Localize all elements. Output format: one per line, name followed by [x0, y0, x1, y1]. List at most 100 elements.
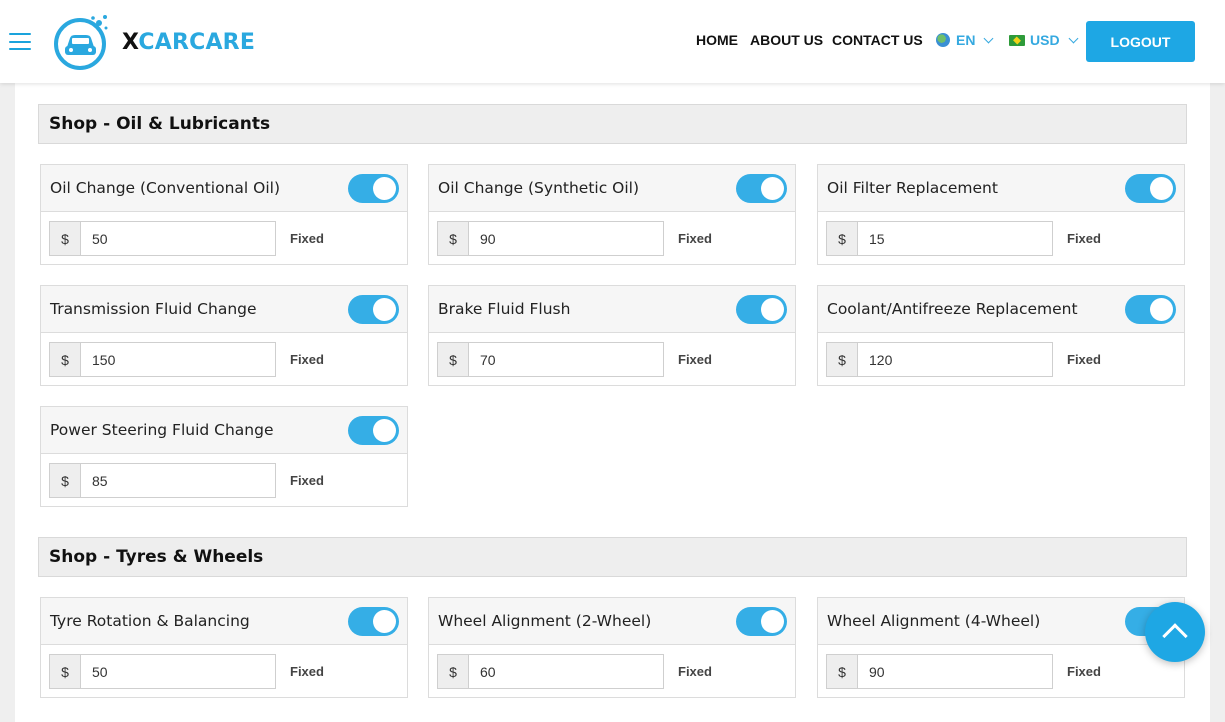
price-input[interactable]	[80, 654, 276, 689]
price-type-label: Fixed	[290, 352, 324, 367]
currency-addon: $	[49, 342, 80, 377]
service-card-header: Coolant/Antifreeze Replacement	[818, 286, 1184, 333]
price-input[interactable]	[857, 221, 1053, 256]
currency-addon: $	[437, 342, 468, 377]
service-card: Oil Filter Replacement $ Fixed	[817, 164, 1185, 265]
section-header: Shop - Oil & Lubricants	[38, 104, 1187, 144]
price-input[interactable]	[80, 221, 276, 256]
price-row: $ Fixed	[41, 212, 407, 265]
logout-button[interactable]: LOGOUT	[1086, 21, 1195, 62]
price-type-label: Fixed	[678, 231, 712, 246]
toggle-knob	[373, 177, 396, 200]
service-card-header: Transmission Fluid Change	[41, 286, 407, 333]
currency-addon: $	[826, 654, 857, 689]
service-card-header: Power Steering Fluid Change	[41, 407, 407, 454]
language-value: EN	[956, 32, 976, 48]
price-input[interactable]	[857, 654, 1053, 689]
service-name: Wheel Alignment (4-Wheel)	[827, 612, 1041, 630]
language-selector[interactable]: EN	[936, 31, 994, 49]
currency-addon: $	[826, 342, 857, 377]
currency-addon: $	[49, 654, 80, 689]
menu-icon[interactable]	[9, 33, 31, 50]
chevron-up-icon	[1162, 623, 1188, 649]
section-header: Shop - Tyres & Wheels	[38, 537, 1187, 577]
toggle-knob	[373, 610, 396, 633]
price-type-label: Fixed	[1067, 664, 1101, 679]
price-row: $ Fixed	[429, 212, 795, 265]
nav-home-link[interactable]: HOME	[696, 32, 738, 48]
service-enabled-toggle[interactable]	[736, 607, 787, 636]
price-row: $ Fixed	[818, 212, 1184, 265]
toggle-knob	[761, 298, 784, 321]
toggle-knob	[761, 177, 784, 200]
price-row: $ Fixed	[818, 333, 1184, 386]
service-name: Tyre Rotation & Balancing	[50, 612, 250, 630]
price-input[interactable]	[468, 221, 664, 256]
price-row: $ Fixed	[41, 645, 407, 698]
service-card: Tyre Rotation & Balancing $ Fixed	[40, 597, 408, 698]
service-card: Wheel Alignment (4-Wheel) $ Fixed	[817, 597, 1185, 698]
price-input[interactable]	[468, 654, 664, 689]
service-enabled-toggle[interactable]	[348, 416, 399, 445]
service-card: Brake Fluid Flush $ Fixed	[428, 285, 796, 386]
toggle-knob	[761, 610, 784, 633]
currency-addon: $	[49, 221, 80, 256]
price-type-label: Fixed	[290, 231, 324, 246]
price-type-label: Fixed	[678, 352, 712, 367]
price-type-label: Fixed	[290, 473, 324, 488]
service-name: Oil Change (Conventional Oil)	[50, 179, 281, 197]
currency-addon: $	[437, 654, 468, 689]
chevron-down-icon	[984, 33, 994, 43]
service-card: Transmission Fluid Change $ Fixed	[40, 285, 408, 386]
toggle-knob	[373, 419, 396, 442]
price-row: $ Fixed	[429, 333, 795, 386]
nav-about-link[interactable]: ABOUT US	[750, 32, 823, 48]
nav-contact-link[interactable]: CONTACT US	[832, 32, 923, 48]
service-enabled-toggle[interactable]	[1125, 174, 1176, 203]
service-name: Transmission Fluid Change	[50, 300, 257, 318]
service-name: Wheel Alignment (2-Wheel)	[438, 612, 652, 630]
currency-addon: $	[49, 463, 80, 498]
service-name: Oil Change (Synthetic Oil)	[438, 179, 640, 197]
service-name: Power Steering Fluid Change	[50, 421, 274, 439]
price-input[interactable]	[857, 342, 1053, 377]
service-enabled-toggle[interactable]	[736, 174, 787, 203]
service-card-header: Wheel Alignment (2-Wheel)	[429, 598, 795, 645]
price-row: $ Fixed	[818, 645, 1184, 698]
price-type-label: Fixed	[1067, 231, 1101, 246]
service-name: Coolant/Antifreeze Replacement	[827, 300, 1078, 318]
price-input[interactable]	[80, 463, 276, 498]
service-card: Oil Change (Conventional Oil) $ Fixed	[40, 164, 408, 265]
price-input[interactable]	[468, 342, 664, 377]
price-row: $ Fixed	[41, 333, 407, 386]
service-card-header: Oil Change (Synthetic Oil)	[429, 165, 795, 212]
toggle-knob	[1150, 298, 1173, 321]
price-type-label: Fixed	[1067, 352, 1101, 367]
service-enabled-toggle[interactable]	[348, 607, 399, 636]
currency-value: USD	[1030, 32, 1060, 48]
price-input[interactable]	[80, 342, 276, 377]
service-enabled-toggle[interactable]	[348, 174, 399, 203]
service-name: Oil Filter Replacement	[827, 179, 998, 197]
service-enabled-toggle[interactable]	[348, 295, 399, 324]
scroll-to-top-button[interactable]	[1145, 602, 1205, 662]
car-wash-logo-icon	[54, 15, 108, 70]
service-enabled-toggle[interactable]	[1125, 295, 1176, 324]
currency-selector[interactable]: USD	[1009, 31, 1079, 49]
toggle-knob	[373, 298, 396, 321]
flag-icon	[1009, 34, 1025, 46]
service-card-header: Tyre Rotation & Balancing	[41, 598, 407, 645]
service-name: Brake Fluid Flush	[438, 300, 571, 318]
toggle-knob	[1150, 177, 1173, 200]
top-header: XCARCARE HOME ABOUT US CONTACT US EN USD…	[0, 0, 1225, 83]
price-row: $ Fixed	[429, 645, 795, 698]
globe-icon	[936, 33, 950, 47]
currency-addon: $	[437, 221, 468, 256]
service-card: Coolant/Antifreeze Replacement $ Fixed	[817, 285, 1185, 386]
service-card: Wheel Alignment (2-Wheel) $ Fixed	[428, 597, 796, 698]
service-card-header: Brake Fluid Flush	[429, 286, 795, 333]
service-enabled-toggle[interactable]	[736, 295, 787, 324]
chevron-down-icon	[1068, 33, 1079, 43]
price-row: $ Fixed	[41, 454, 407, 507]
brand-logo-text[interactable]: XCARCARE	[122, 30, 255, 55]
